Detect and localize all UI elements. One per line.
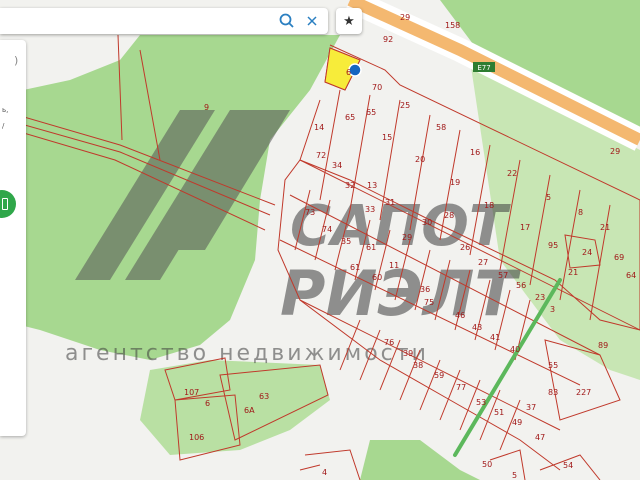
plot-label: 47 — [535, 433, 545, 442]
route-button[interactable] — [0, 190, 16, 218]
plot-label: 21 — [600, 223, 610, 232]
plot-label: 107 — [184, 388, 199, 397]
panel-fragment-1: ь, — [2, 106, 9, 114]
plot-label: 65 — [366, 108, 376, 117]
plot-label: 60 — [372, 273, 382, 282]
plot-label: 30 — [422, 218, 432, 227]
plot-label: 75 — [424, 298, 434, 307]
plot-label: 14 — [314, 123, 324, 132]
plot-label: 36 — [420, 285, 430, 294]
plot-label: 37 — [526, 403, 536, 412]
plot-label: 33 — [365, 205, 375, 214]
plot-label: 72 — [316, 151, 326, 160]
road-number-29b: 29 — [610, 147, 620, 156]
search-bar — [0, 8, 328, 34]
plot-label: 22 — [507, 169, 517, 178]
plot-label: 56 — [516, 281, 526, 290]
side-panel: ) ь, / — [0, 40, 26, 436]
plot-label: 28 — [444, 211, 454, 220]
panel-fragment-top: ) — [14, 54, 19, 67]
cadastral-map[interactable]: САПОТ РИЭЛТ агентство недвижимости E77 2… — [0, 0, 640, 480]
plot-label: 16 — [470, 148, 480, 157]
plot-label: 25 — [400, 101, 410, 110]
plot-label: 40 — [510, 345, 520, 354]
plot-label: 53 — [476, 398, 486, 407]
plot-label: 9 — [204, 103, 209, 112]
plot-label: 11 — [389, 261, 399, 270]
plot-label: 64 — [626, 271, 636, 280]
plot-label: 38 — [413, 361, 423, 370]
plot-label: 29 — [402, 233, 412, 242]
plot-label: 227 — [576, 388, 591, 397]
plot-label: 24 — [582, 248, 592, 257]
plot-label: 6 — [346, 68, 351, 77]
plot-label: 31 — [385, 198, 395, 207]
plot-label: 49 — [512, 418, 522, 427]
plot-label: 34 — [332, 161, 342, 170]
star-icon: ★ — [343, 13, 355, 29]
plot-label: 27 — [478, 258, 488, 267]
search-input[interactable] — [6, 12, 270, 32]
plot-label: 50 — [482, 460, 492, 469]
road-number-158: 158 — [445, 21, 460, 30]
plot-label: 54 — [563, 461, 573, 470]
plot-label: 106 — [189, 433, 204, 442]
plot-label: 63 — [259, 392, 269, 401]
plot-label: 73 — [305, 208, 315, 217]
plot-label: 35 — [341, 237, 351, 246]
plot-label: 6А — [244, 406, 255, 415]
plot-label: 95 — [548, 241, 558, 250]
plot-label: 3 — [550, 305, 555, 314]
plot-label: 23 — [535, 293, 545, 302]
plot-label: 20 — [415, 155, 425, 164]
panel-fragment-2: / — [2, 122, 5, 130]
plot-label: 65 — [345, 113, 355, 122]
plot-label: 70 — [372, 83, 382, 92]
road-label-e77: E77 — [477, 64, 490, 72]
plot-label: 18 — [484, 201, 494, 210]
plot-label: 89 — [598, 341, 608, 350]
plot-label: 21 — [568, 268, 578, 277]
plot-label: 55 — [548, 361, 558, 370]
plot-label: 76 — [384, 338, 394, 347]
road-number-29a: 29 — [400, 13, 410, 22]
road-number-92: 92 — [383, 35, 393, 44]
plot-label: 46 — [455, 311, 465, 320]
plot-label: 19 — [450, 178, 460, 187]
plot-label: 59 — [434, 371, 444, 380]
plot-label: 58 — [436, 123, 446, 132]
plot-label: 69 — [614, 253, 624, 262]
plot-label: 43 — [472, 323, 482, 332]
plot-label: 41 — [490, 333, 500, 342]
plot-label: 61 — [366, 243, 376, 252]
search-icon[interactable] — [278, 12, 296, 30]
plot-label: 83 — [548, 388, 558, 397]
plot-label: 77 — [456, 383, 466, 392]
plot-label: 26 — [460, 243, 470, 252]
plot-label: 6 — [205, 399, 210, 408]
plot-label: 32 — [345, 181, 355, 190]
plot-label: 8 — [578, 208, 583, 217]
plot-label: 5 — [512, 471, 517, 480]
plot-label: 74 — [322, 225, 332, 234]
plot-label: 5 — [546, 193, 551, 202]
close-icon[interactable] — [303, 12, 321, 30]
plot-label: 61 — [350, 263, 360, 272]
plot-label: 15 — [382, 133, 392, 142]
favorite-button[interactable]: ★ — [336, 8, 362, 34]
plot-label: 57 — [498, 271, 508, 280]
watermark-line-2: РИЭЛТ — [280, 257, 521, 330]
plot-label: 39 — [403, 349, 413, 358]
plot-label: 17 — [520, 223, 530, 232]
plot-label: 13 — [367, 181, 377, 190]
plot-label: 51 — [494, 408, 504, 417]
plot-label: 4 — [322, 468, 327, 477]
